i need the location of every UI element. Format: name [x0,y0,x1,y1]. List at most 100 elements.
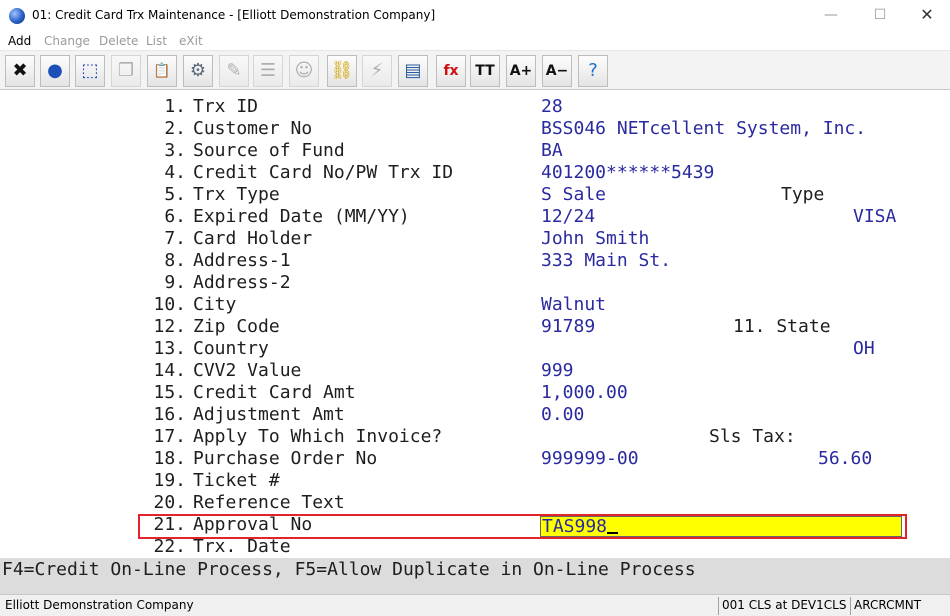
font-increase-button[interactable]: A+ [506,55,536,87]
field-value[interactable]: 91789 [541,316,595,338]
field-label: Ticket # [193,470,280,491]
approval-no-input[interactable]: TAS998 [540,516,902,537]
field-number: 15. [153,382,186,403]
sls-tax-value: 56.60 [818,448,873,469]
app-globe-icon [9,8,25,24]
menu-list[interactable]: List [146,34,167,48]
maximize-button[interactable]: ☐ [857,0,903,31]
field-number: 2. [164,118,186,139]
font-increase-icon: A+ [509,63,533,79]
field-value[interactable]: 12/24 [541,206,595,228]
menu-bar: Add Change Delete List eXit [0,32,950,50]
field-label: Country [193,338,269,359]
lightning-icon: ⚡ [370,60,384,81]
edit-form-icon: ✎ [226,60,242,81]
field-label: Reference Text [193,492,345,513]
calendar-run-icon: ▤ [404,60,422,81]
copy-button[interactable]: ❐ [111,55,141,87]
field-value[interactable]: 999999-00 [541,448,639,470]
gear-icon: ⚙ [189,60,207,81]
field-label: Trx. Date [193,536,291,557]
card-type-label: Type [781,184,825,205]
field-value[interactable]: John Smith [541,228,649,250]
field-value[interactable]: 1,000.00 [541,382,628,404]
field-row: 19. Ticket # [0,470,950,492]
menu-change[interactable]: Change [44,34,90,48]
font-size-button[interactable]: TT [470,55,500,87]
field-label: Apply To Which Invoice? [193,426,443,447]
sls-tax-row: Sls Tax: 56.60 [0,404,950,469]
font-size-icon: TT [475,63,495,79]
card-type-value[interactable]: VISA [853,206,896,228]
field-number: 12. [153,316,186,337]
status-program: ARCRCMNT [850,597,948,615]
help-button[interactable]: ? [578,55,608,87]
field-value[interactable]: 333 Main St. [541,250,671,272]
status-company: Elliott Demonstration Company [5,598,194,612]
field-number: 1. [164,96,186,117]
field-value[interactable]: S Sale [541,184,606,206]
menu-exit[interactable]: eXit [179,34,203,48]
users-icon: ☺ [294,60,314,81]
toolbar: ✖ ● ⬚ ❐ 📋 ⚙ ✎ ☰ ☺ ⛓ ⚡ ▤ fx TT A+ A−? [0,50,950,90]
list-icon: ☰ [259,60,277,81]
field-value[interactable]: BSS046 NETcellent System, Inc. [541,118,866,140]
paste-button[interactable]: 📋 [147,55,177,87]
field-row: 7. Card Holder John Smith [0,228,950,250]
paste-icon: 📋 [153,63,171,79]
field-number: 20. [153,492,186,513]
font-decrease-button[interactable]: A− [542,55,572,87]
field-row: 15. Credit Card Amt 1,000.00 [0,382,950,404]
close-x-icon: ✖ [12,60,28,81]
field-row: 18. Purchase Order No 999999-00 [0,448,950,470]
state-value[interactable]: OH [853,338,875,360]
field-label: Expired Date (MM/YY) [193,206,410,227]
field-row: 1. Trx ID 28 [0,96,950,118]
field-label: Credit Card Amt [193,382,356,403]
edit-form-button[interactable]: ✎ [219,55,249,87]
approval-no-value: TAS998 [542,516,608,537]
field-number: 9. [164,272,186,293]
field-label: CVV2 Value [193,360,302,381]
field-number: 7. [164,228,186,249]
field-row: 6. Expired Date (MM/YY) 12/24 [0,206,950,228]
field-value[interactable]: 999 [541,360,574,382]
field-label: Trx ID [193,96,259,117]
globe-button[interactable]: ● [40,55,70,87]
calendar-run-button[interactable]: ▤ [398,55,428,87]
field-row: 20. Reference Text [0,492,950,514]
status-bar: Elliott Demonstration Company 001 CLS at… [0,594,950,616]
field-label: Address-1 [193,250,291,271]
function-key-hint: F4=Credit On-Line Process, F5=Allow Dupl… [2,559,696,580]
lightning-button[interactable]: ⚡ [362,55,392,87]
field-row: 8. Address-1 333 Main St. [0,250,950,272]
field-label: Customer No [193,118,313,139]
select-box-button[interactable]: ⬚ [75,55,105,87]
field-number: 14. [153,360,186,381]
window-title: 01: Credit Card Trx Maintenance - [Ellio… [32,8,436,22]
text-cursor [607,518,619,534]
field-row: 13. Country [0,338,950,360]
minimize-button[interactable]: — [808,0,854,31]
state-row: 11. State OH [0,294,950,359]
gear-button[interactable]: ⚙ [183,55,213,87]
help-icon: ? [588,60,598,81]
state-label: 11. State [733,316,831,337]
list-button[interactable]: ☰ [253,55,283,87]
select-box-icon: ⬚ [81,60,99,81]
menu-delete[interactable]: Delete [99,34,138,48]
field-number: 8. [164,250,186,271]
close-x-button[interactable]: ✖ [5,55,35,87]
link-chain-button[interactable]: ⛓ [327,55,357,87]
field-value[interactable]: 28 [541,96,563,118]
close-window-button[interactable]: ✕ [904,0,950,31]
users-button[interactable]: ☺ [289,55,319,87]
copy-icon: ❐ [117,60,135,81]
menu-add[interactable]: Add [8,34,31,48]
field-number: 5. [164,184,186,205]
function-fx-button[interactable]: fx [436,55,466,87]
field-row: 2. Customer No BSS046 NETcellent System, I… [0,118,950,140]
field-label: Source of Fund [193,140,345,161]
field-value[interactable]: BA [541,140,563,162]
font-decrease-icon: A− [545,63,569,79]
